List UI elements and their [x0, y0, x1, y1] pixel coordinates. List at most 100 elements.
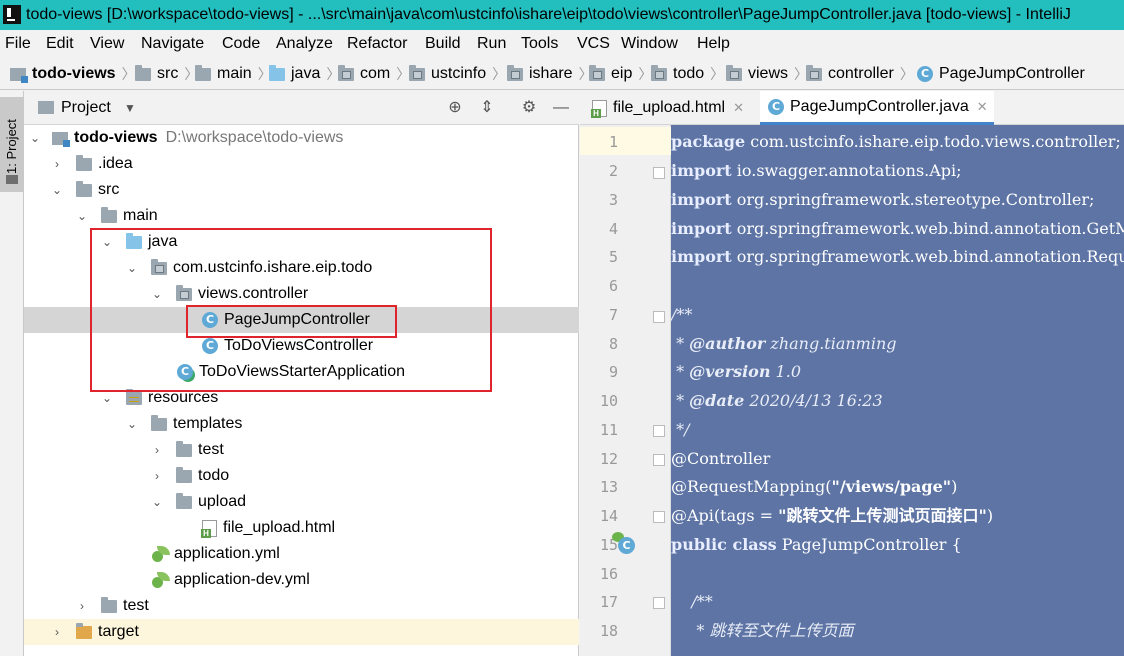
- chevron-down-icon[interactable]: ⌄: [28, 125, 42, 151]
- tree-item-root[interactable]: ⌄ todo-views D:\workspace\todo-views: [24, 125, 579, 151]
- tree-item-application-dev-yml[interactable]: application-dev.yml: [24, 567, 579, 593]
- menu-edit[interactable]: Edit: [46, 30, 74, 58]
- folder-icon: [101, 206, 117, 223]
- tree-item-views-controller[interactable]: ⌄ views.controller: [24, 281, 579, 307]
- line-number: 13: [599, 478, 618, 496]
- menu-code[interactable]: Code: [222, 30, 260, 58]
- tree-item-todoviewscontroller[interactable]: C ToDoViewsController: [24, 333, 579, 359]
- tree-item-resources[interactable]: ⌄ resources: [24, 385, 579, 411]
- excluded-folder-icon: [76, 622, 92, 639]
- close-icon[interactable]: ✕: [733, 91, 744, 125]
- tree-item-starter-application[interactable]: C ToDoViewsStarterApplication: [24, 359, 579, 385]
- chevron-right-icon[interactable]: ›: [75, 593, 89, 619]
- tree-item-file-upload-html[interactable]: file_upload.html: [24, 515, 579, 541]
- menu-tools[interactable]: Tools: [521, 30, 558, 58]
- chevron-down-icon[interactable]: ⌄: [75, 203, 89, 229]
- caret-down-icon[interactable]: ▼: [124, 101, 136, 115]
- project-view-selector[interactable]: Project: [61, 91, 111, 125]
- class-icon: C: [768, 98, 784, 115]
- folder-icon: [151, 414, 167, 431]
- breadcrumb-item-src[interactable]: src 〉: [135, 58, 198, 90]
- breadcrumb-item-pagejumpcontroller[interactable]: C PageJumpController: [917, 58, 1085, 90]
- menu-help[interactable]: Help: [697, 30, 730, 58]
- chevron-right-icon[interactable]: ›: [150, 437, 164, 463]
- menu-refactor[interactable]: Refactor: [347, 30, 407, 58]
- chevron-down-icon[interactable]: ⌄: [125, 411, 139, 437]
- fold-marker-icon[interactable]: [653, 597, 665, 609]
- menu-window[interactable]: Window: [621, 30, 678, 58]
- tree-item-src[interactable]: ⌄ src: [24, 177, 579, 203]
- breadcrumb-item-todo-views[interactable]: todo-views 〉: [10, 58, 136, 90]
- code-line: /**: [671, 300, 1124, 329]
- chevron-down-icon[interactable]: ⌄: [150, 489, 164, 515]
- tree-item-pagejumpcontroller[interactable]: C PageJumpController: [24, 307, 579, 333]
- tree-item-idea[interactable]: › .idea: [24, 151, 579, 177]
- tab-pagejumpcontroller-java[interactable]: C PageJumpController.java ✕: [760, 91, 994, 125]
- spring-bean-gutter-icon[interactable]: C: [612, 532, 635, 554]
- menu-build[interactable]: Build: [425, 30, 461, 58]
- breadcrumb-item-java[interactable]: java 〉: [269, 58, 340, 90]
- fold-marker-icon[interactable]: [653, 511, 665, 523]
- tree-item-templates[interactable]: ⌄ templates: [24, 411, 579, 437]
- tree-item-target[interactable]: › target: [24, 619, 579, 645]
- breadcrumb-item-ishare[interactable]: ishare 〉: [507, 58, 593, 90]
- chevron-down-icon[interactable]: ⌄: [125, 255, 139, 281]
- code-selection[interactable]: package com.ustcinfo.ishare.eip.todo.vie…: [671, 125, 1124, 656]
- tree-item-upload[interactable]: ⌄ upload: [24, 489, 579, 515]
- chevron-down-icon[interactable]: ⌄: [50, 177, 64, 203]
- html-file-icon: [591, 99, 607, 118]
- menu-navigate[interactable]: Navigate: [141, 30, 204, 58]
- fold-marker-icon[interactable]: [653, 167, 665, 179]
- chevron-right-icon[interactable]: ›: [50, 619, 64, 645]
- breadcrumb-item-eip[interactable]: eip 〉: [589, 58, 652, 90]
- breadcrumb-item-views[interactable]: views 〉: [726, 58, 808, 90]
- tab-file-upload-html[interactable]: file_upload.html ✕: [591, 91, 744, 125]
- code-token: "/views/page": [831, 477, 952, 496]
- chevron-right-icon[interactable]: ›: [50, 151, 64, 177]
- tree-item-java[interactable]: ⌄ java: [24, 229, 579, 255]
- package-icon: [651, 64, 667, 81]
- menu-file[interactable]: File: [5, 30, 31, 58]
- menu-analyze[interactable]: Analyze: [276, 30, 333, 58]
- collapse-all-icon[interactable]: ⇕: [477, 98, 497, 118]
- fold-marker-icon[interactable]: [653, 454, 665, 466]
- line-number: 11: [599, 421, 618, 439]
- gear-icon[interactable]: ⚙: [519, 98, 539, 118]
- locate-file-icon[interactable]: ⊕: [445, 98, 465, 118]
- hide-panel-icon[interactable]: —: [551, 98, 571, 118]
- chevron-right-icon: 〉: [899, 66, 914, 82]
- menu-view[interactable]: View: [90, 30, 124, 58]
- tree-item-package[interactable]: ⌄ com.ustcinfo.ishare.eip.todo: [24, 255, 579, 281]
- fold-marker-icon[interactable]: [653, 425, 665, 437]
- folder-icon: [195, 64, 211, 81]
- tree-item-application-yml[interactable]: application.yml: [24, 541, 579, 567]
- breadcrumb-item-todo[interactable]: todo 〉: [651, 58, 724, 90]
- code-token: import: [671, 219, 732, 238]
- menu-run[interactable]: Run: [477, 30, 506, 58]
- tree-item-main[interactable]: ⌄ main: [24, 203, 579, 229]
- chevron-right-icon: 〉: [492, 66, 507, 82]
- tree-item-templates-todo[interactable]: › todo: [24, 463, 579, 489]
- chevron-down-icon[interactable]: ⌄: [100, 385, 114, 411]
- chevron-right-icon: 〉: [638, 66, 653, 82]
- breadcrumb-item-com[interactable]: com 〉: [338, 58, 410, 90]
- close-icon[interactable]: ✕: [977, 90, 988, 124]
- breadcrumb-item-main[interactable]: main 〉: [195, 58, 272, 90]
- tree-item-templates-test[interactable]: › test: [24, 437, 579, 463]
- menu-vcs[interactable]: VCS: [577, 30, 610, 58]
- chevron-down-icon[interactable]: ⌄: [150, 281, 164, 307]
- breadcrumb-item-ustcinfo[interactable]: ustcinfo 〉: [409, 58, 506, 90]
- line-number: 10: [599, 392, 618, 410]
- fold-marker-icon[interactable]: [653, 311, 665, 323]
- code-token: com.ustcinfo.ishare.eip.todo.views.contr…: [745, 132, 1121, 151]
- chevron-right-icon[interactable]: ›: [150, 463, 164, 489]
- tree-item-test[interactable]: › test: [24, 593, 579, 619]
- chevron-down-icon[interactable]: ⌄: [100, 229, 114, 255]
- code-token: io.swagger.annotations.Api;: [731, 161, 962, 180]
- breadcrumb-item-controller[interactable]: controller 〉: [806, 58, 914, 90]
- code-token: @Api(tags =: [671, 506, 779, 525]
- code-line: * @version 1.0: [671, 357, 1124, 386]
- line-number: 18: [599, 622, 618, 640]
- spring-boot-class-icon: C: [177, 364, 193, 380]
- class-icon: C: [202, 338, 218, 354]
